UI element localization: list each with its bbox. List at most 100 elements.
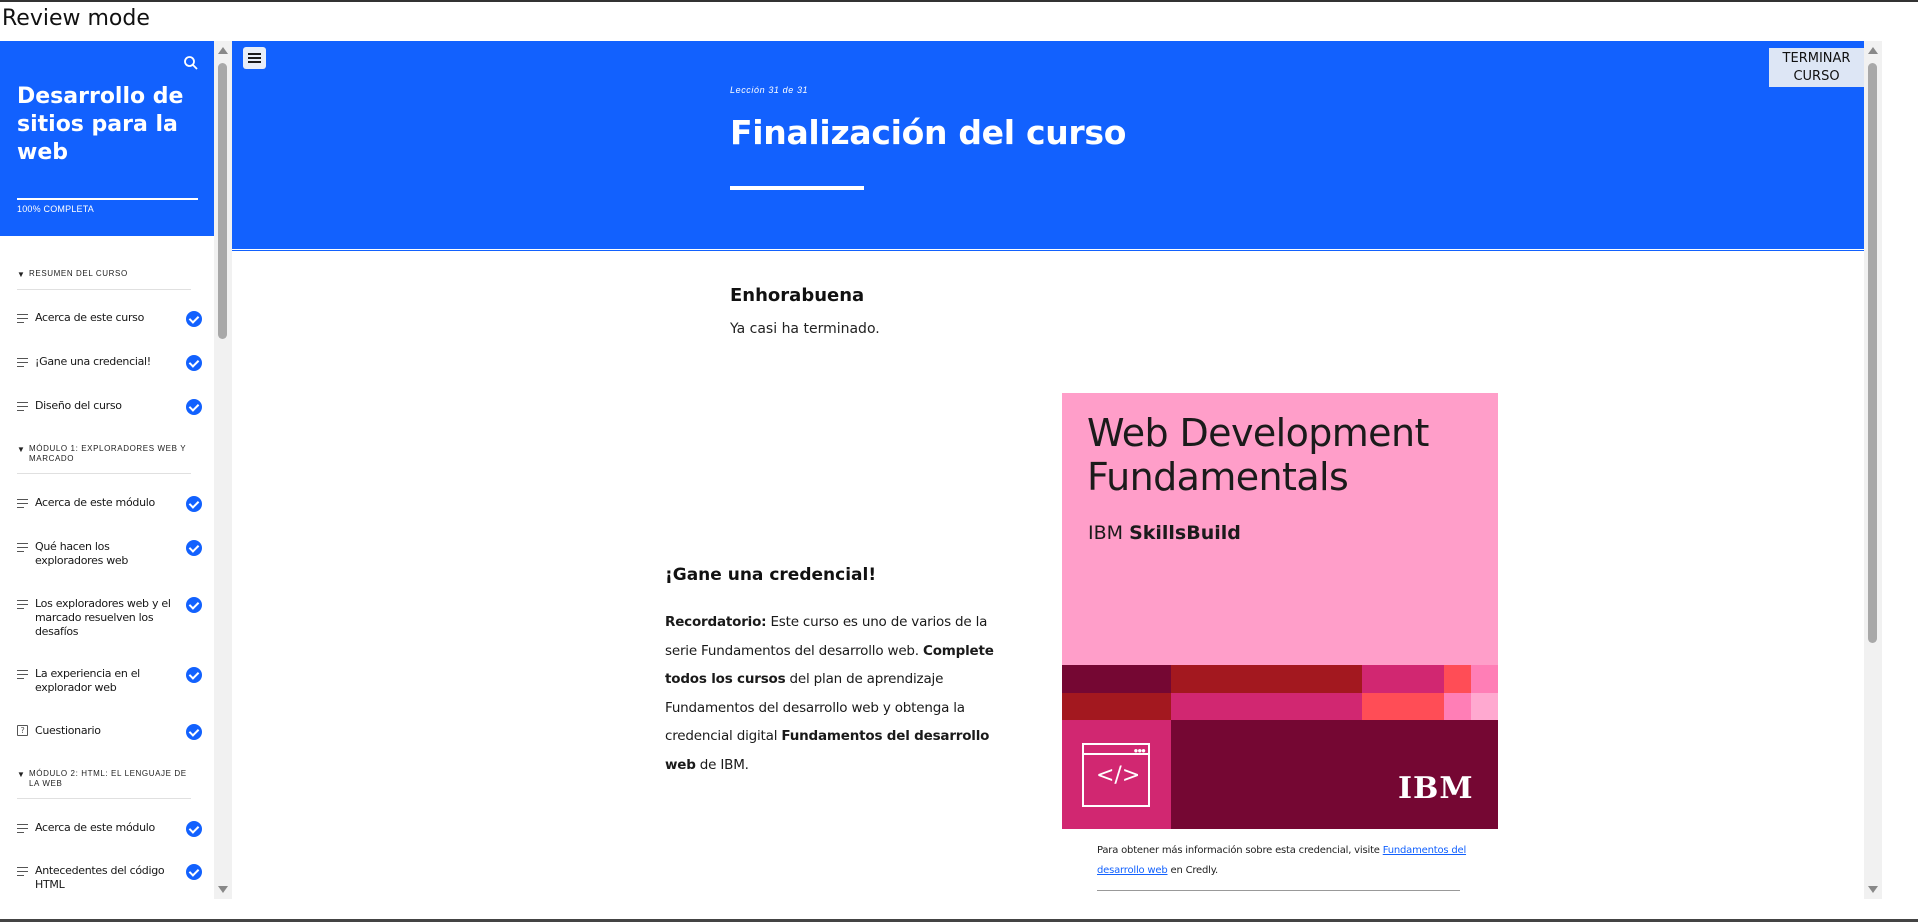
divider [17, 473, 191, 474]
lesson-icon [17, 499, 28, 508]
credential-heading: ¡Gane una credencial! [665, 565, 877, 585]
lesson-icon [17, 600, 28, 609]
finish-course-button[interactable]: TERMINAR CURSO [1769, 48, 1864, 87]
check-icon [186, 496, 202, 512]
scroll-down-icon[interactable] [1868, 886, 1878, 893]
check-icon [186, 724, 202, 740]
badge-brand: IBM SkillsBuild [1088, 522, 1241, 544]
check-icon [186, 597, 202, 613]
lesson-header: Lección 31 de 31 Finalización del curso … [232, 41, 1864, 248]
lesson-icon [17, 543, 28, 552]
sidebar-item-about-module-1[interactable]: Acerca de este módulo [17, 496, 202, 512]
congrats-heading: Enhorabuena [730, 285, 865, 306]
badge-block [1362, 665, 1444, 693]
course-sidebar: Desarrollo de sitios para la web 100% CO… [0, 41, 214, 899]
divider [1097, 890, 1460, 891]
progress-bar [17, 198, 198, 200]
sidebar-item-label: Qué hacen los exploradores web [35, 540, 129, 567]
caret-down-icon: ▼ [17, 770, 26, 779]
badge-caption: Para obtener más información sobre esta … [1097, 841, 1467, 881]
sidebar-item-credential[interactable]: ¡Gane una credencial! [17, 355, 202, 371]
credential-text-part: de IBM. [695, 756, 749, 773]
badge-block [1362, 693, 1444, 720]
lesson-icon [17, 867, 28, 876]
sidebar-item-html-history[interactable]: Antecedentes del código HTML [17, 864, 202, 892]
check-icon [186, 667, 202, 683]
search-icon[interactable] [183, 55, 199, 71]
caption-text: en Credly. [1167, 865, 1218, 876]
check-icon [186, 399, 202, 415]
badge-block [1062, 693, 1171, 720]
divider [17, 289, 191, 290]
sidebar-item-label: Los exploradores web y el marcado resuel… [35, 597, 171, 638]
caret-down-icon: ▼ [17, 445, 26, 454]
menu-icon[interactable] [243, 47, 266, 69]
badge-block [1171, 693, 1362, 720]
credential-badge-image: Web Development Fundamentals IBM SkillsB… [1062, 393, 1498, 829]
lesson-number: Lección 31 de 31 [730, 85, 809, 95]
code-glyph: </> [1096, 763, 1141, 788]
check-icon [186, 311, 202, 327]
header-divider-line [232, 250, 1864, 251]
lesson-icon [17, 314, 28, 323]
check-icon [186, 821, 202, 837]
section-header-module-2[interactable]: ▼ MÓDULO 2: HTML: EL LENGUAJE DE LA WEB [17, 769, 187, 789]
check-icon [186, 355, 202, 371]
sidebar-item-experience[interactable]: La experiencia en el explorador web [17, 667, 202, 695]
lesson-icon [17, 670, 28, 679]
section-header-module-1[interactable]: ▼ MÓDULO 1: EXPLORADORES WEB Y MARCADO [17, 444, 187, 464]
section-header-summary[interactable]: ▼ RESUMEN DEL CURSO [17, 269, 187, 279]
divider [17, 798, 191, 799]
sidebar-item-label: Cuestionario [35, 724, 101, 737]
sidebar-item-quiz[interactable]: ? Cuestionario [17, 724, 202, 740]
sidebar-item-label: Acerca de este módulo [35, 496, 155, 509]
sidebar-item-label: Antecedentes del código HTML [35, 864, 165, 891]
badge-block [1444, 665, 1471, 693]
progress-text: 100% COMPLETA [17, 204, 94, 214]
scrollbar-thumb[interactable] [1868, 63, 1877, 643]
brand-prefix: IBM [1088, 522, 1130, 544]
code-window-icon: ●●● </> [1082, 743, 1150, 807]
reminder-label: Recordatorio: [665, 614, 767, 630]
scroll-up-icon[interactable] [218, 47, 228, 54]
badge-title: Web Development Fundamentals [1087, 411, 1429, 499]
sidebar-item-label: La experiencia en el explorador web [35, 667, 140, 694]
credential-text: Recordatorio: Este curso es uno de vario… [665, 608, 1020, 779]
title-underline [730, 186, 864, 190]
badge-block [1471, 693, 1498, 720]
scrollbar-thumb[interactable] [218, 63, 227, 339]
caret-down-icon: ▼ [17, 270, 26, 279]
review-mode-title: Review mode [2, 6, 150, 31]
lesson-icon [17, 358, 28, 367]
review-mode-bar: Review mode [0, 0, 1918, 38]
sidebar-item-about-module-2[interactable]: Acerca de este módulo [17, 821, 202, 837]
course-title: Desarrollo de sitios para la web [17, 84, 184, 165]
sidebar-item-course-design[interactable]: Diseño del curso [17, 399, 202, 415]
section-label: MÓDULO 1: EXPLORADORES WEB Y MARCADO [29, 444, 186, 463]
check-icon [186, 540, 202, 556]
sidebar-item-challenges[interactable]: Los exploradores web y el marcado resuel… [17, 597, 202, 639]
brand-name: SkillsBuild [1129, 522, 1241, 544]
congrats-text: Ya casi ha terminado. [730, 321, 880, 337]
sidebar-item-about-course[interactable]: Acerca de este curso [17, 311, 202, 327]
sidebar-item-browsers[interactable]: Qué hacen los exploradores web [17, 540, 202, 568]
quiz-icon: ? [17, 725, 28, 736]
sidebar-item-label: ¡Gane una credencial! [35, 355, 151, 368]
section-label: MÓDULO 2: HTML: EL LENGUAJE DE LA WEB [29, 769, 187, 788]
sidebar-item-label: Acerca de este curso [35, 311, 145, 324]
lesson-icon [17, 402, 28, 411]
sidebar-item-label: Diseño del curso [35, 399, 122, 412]
lesson-title: Finalización del curso [730, 113, 1127, 152]
badge-block [1471, 665, 1498, 693]
sidebar-item-label: Acerca de este módulo [35, 821, 155, 834]
badge-block [1171, 665, 1362, 693]
sidebar-header: Desarrollo de sitios para la web 100% CO… [0, 41, 214, 236]
ibm-logo: IBM [1398, 771, 1474, 806]
lesson-icon [17, 824, 28, 833]
scroll-up-icon[interactable] [1868, 47, 1878, 54]
sidebar-scrollbar[interactable] [214, 41, 232, 899]
caption-text: Para obtener más información sobre esta … [1097, 845, 1383, 856]
check-icon [186, 864, 202, 880]
main-scrollbar[interactable] [1864, 41, 1882, 899]
scroll-down-icon[interactable] [218, 886, 228, 893]
